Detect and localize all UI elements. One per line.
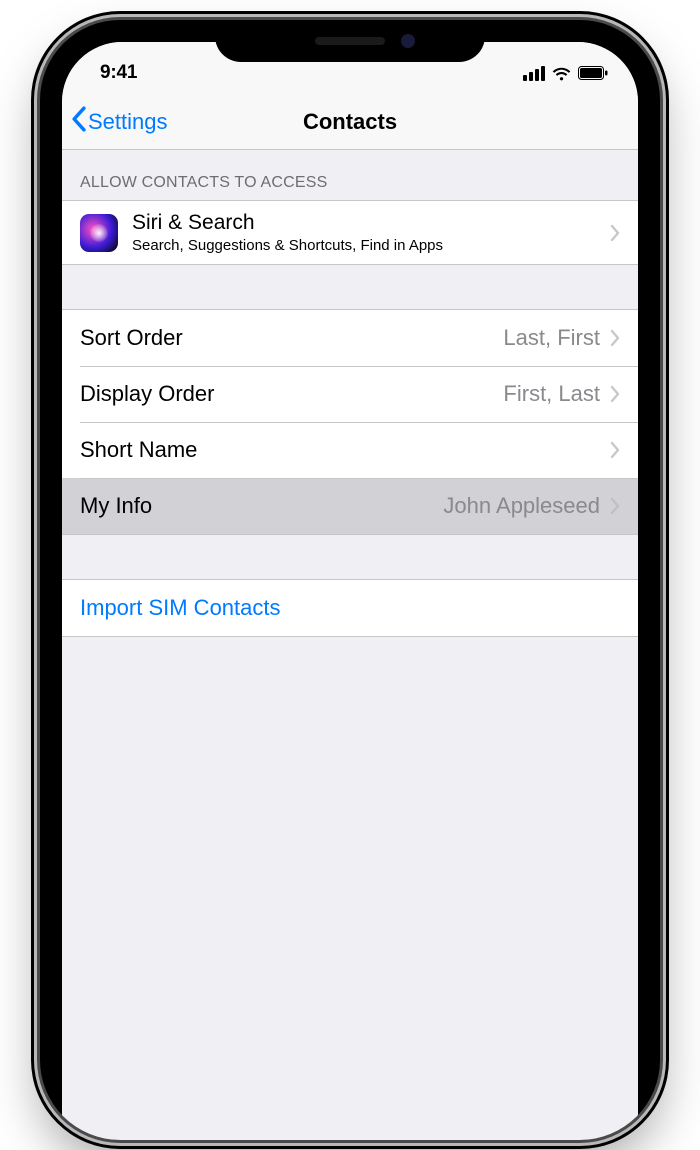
chevron-left-icon	[70, 106, 88, 138]
section-gap	[62, 535, 638, 579]
back-button[interactable]: Settings	[70, 106, 168, 138]
front-camera	[401, 34, 415, 48]
chevron-right-icon	[610, 497, 620, 515]
siri-icon	[80, 214, 118, 252]
display-order-label: Display Order	[80, 381, 503, 407]
status-time: 9:41	[100, 62, 137, 84]
my-info-row[interactable]: My Info John Appleseed	[62, 478, 638, 534]
row-body: Siri & Search Search, Suggestions & Shor…	[132, 211, 610, 254]
notch	[215, 20, 485, 62]
display-order-row[interactable]: Display Order First, Last	[62, 366, 638, 422]
siri-search-row[interactable]: Siri & Search Search, Suggestions & Shor…	[62, 201, 638, 264]
chevron-right-icon	[610, 224, 620, 242]
nav-bar: Settings Contacts	[62, 94, 638, 150]
speaker-grill	[315, 37, 385, 45]
sort-order-value: Last, First	[503, 325, 600, 351]
group-order: Sort Order Last, First Display Order Fir…	[62, 309, 638, 535]
battery-icon	[578, 66, 608, 80]
wifi-icon	[551, 66, 572, 81]
short-name-row[interactable]: Short Name	[62, 422, 638, 478]
import-sim-label: Import SIM Contacts	[80, 595, 620, 621]
chevron-right-icon	[610, 329, 620, 347]
short-name-label: Short Name	[80, 437, 610, 463]
display-order-value: First, Last	[503, 381, 600, 407]
cellular-signal-icon	[523, 66, 545, 81]
status-indicators	[523, 66, 608, 81]
phone-frame: 9:41 Settings Contacts	[40, 20, 660, 1140]
back-label: Settings	[88, 109, 168, 135]
sort-order-row[interactable]: Sort Order Last, First	[62, 310, 638, 366]
my-info-label: My Info	[80, 493, 443, 519]
my-info-value: John Appleseed	[443, 493, 600, 519]
screen: 9:41 Settings Contacts	[62, 42, 638, 1140]
group-siri: Siri & Search Search, Suggestions & Shor…	[62, 200, 638, 265]
group-import: Import SIM Contacts	[62, 579, 638, 637]
import-sim-contacts-row[interactable]: Import SIM Contacts	[62, 580, 638, 636]
chevron-right-icon	[610, 441, 620, 459]
section-header-access: Allow Contacts To Access	[62, 150, 638, 200]
chevron-right-icon	[610, 385, 620, 403]
sort-order-label: Sort Order	[80, 325, 503, 351]
siri-subtitle: Search, Suggestions & Shortcuts, Find in…	[132, 237, 610, 254]
siri-title: Siri & Search	[132, 211, 610, 235]
section-gap	[62, 265, 638, 309]
